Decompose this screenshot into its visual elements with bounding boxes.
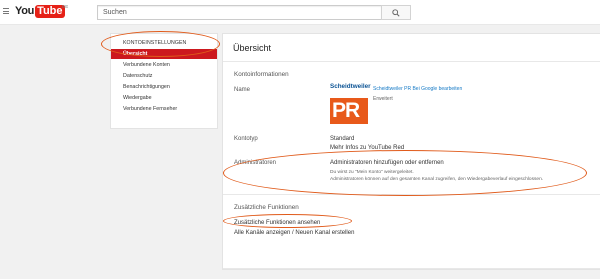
overview-panel: Übersicht Kontoinformationen Name Scheid…: [222, 33, 600, 270]
channel-avatar-initials: PR: [330, 98, 368, 124]
sidebar-item-overview[interactable]: Übersicht: [111, 49, 217, 59]
admins-note-access: Administratoren können auf den gesamten …: [330, 177, 544, 182]
account-settings-sidebar: KONTOEINSTELLUNGEN Übersicht Verbundene …: [110, 33, 218, 129]
logo-you-text: You: [15, 5, 35, 17]
channel-name[interactable]: Scheidtweiler PR: [373, 86, 411, 92]
admins-label: Administratoren: [234, 160, 277, 166]
sidebar-item-privacy[interactable]: Datenschutz: [111, 71, 217, 81]
view-extra-features-link[interactable]: Zusätzliche Funktionen ansehen: [234, 220, 320, 226]
sidebar-heading: KONTOEINSTELLUNGEN: [123, 40, 187, 46]
bottom-divider: [223, 268, 600, 269]
all-channels-link[interactable]: Alle Kanäle anzeigen / Neuen Kanal erste…: [234, 230, 354, 236]
page-title: Übersicht: [233, 43, 272, 53]
channel-name-line: Scheidtweiler PR Bei Google bearbeiten: [373, 86, 462, 92]
advanced-link[interactable]: Erweitert: [373, 96, 393, 102]
name-label: Name: [234, 87, 251, 93]
search-button[interactable]: [381, 5, 411, 20]
extra-features-heading: Zusätzliche Funktionen: [234, 204, 299, 211]
manage-admins-link[interactable]: Administratoren hinzufügen oder entferne…: [330, 160, 444, 166]
account-info-heading: Kontoinformationen: [234, 71, 289, 78]
search-icon: [392, 8, 400, 17]
top-bar: You Tube DE Suchen: [0, 0, 600, 25]
admins-note-redirect: Du wirst zu "Mein Konto" weitergeleitet.: [330, 170, 414, 175]
channel-avatar: Scheidtweiler PR: [330, 83, 371, 124]
sidebar-item-playback[interactable]: Wiedergabe: [111, 93, 217, 103]
sidebar-item-connected-tvs[interactable]: Verbundene Fernseher: [111, 104, 217, 114]
title-divider: [223, 61, 600, 62]
logo-tube-text: Tube: [35, 4, 65, 18]
search-placeholder: Suchen: [103, 9, 127, 16]
section-divider: [223, 194, 600, 195]
search-input[interactable]: Suchen: [97, 5, 382, 20]
edit-on-google-link[interactable]: Bei Google bearbeiten: [412, 86, 462, 92]
sidebar-item-linked-accounts[interactable]: Verbundene Konten: [111, 60, 217, 70]
channel-avatar-word: Scheidtweiler: [330, 83, 371, 90]
youtube-logo[interactable]: You Tube DE: [15, 4, 69, 18]
youtube-red-link[interactable]: Mehr Infos zu YouTube Red: [330, 145, 404, 151]
account-type-label: Kontotyp: [234, 136, 258, 142]
hamburger-menu-icon[interactable]: [3, 8, 9, 14]
account-type-value: Standard: [330, 136, 355, 142]
sidebar-item-notifications[interactable]: Benachrichtigungen: [111, 82, 217, 92]
logo-region-label: DE: [62, 4, 69, 9]
